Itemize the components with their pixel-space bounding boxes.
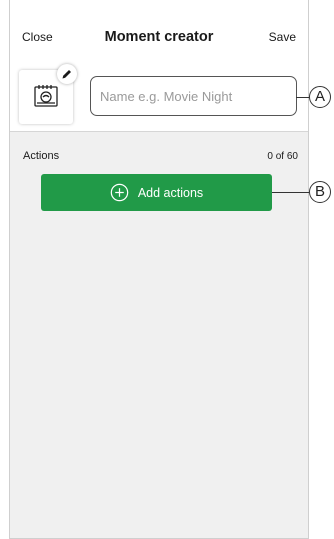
actions-section: Actions 0 of 60 Add actions: [10, 132, 308, 538]
plus-circle-icon: [110, 183, 129, 202]
callout-a: A: [309, 86, 331, 108]
callout-line-b: [272, 192, 309, 193]
page-title: Moment creator: [104, 29, 214, 45]
save-button[interactable]: Save: [269, 30, 296, 44]
add-actions-button[interactable]: Add actions: [41, 174, 272, 211]
callout-line-a: [296, 97, 309, 98]
callout-b: B: [309, 181, 331, 203]
header: Close Moment creator Save: [10, 0, 308, 132]
add-actions-label: Add actions: [137, 185, 204, 200]
actions-count: 0 of 60: [267, 151, 298, 162]
moment-name-input[interactable]: [90, 76, 297, 116]
moment-icon: [34, 85, 58, 107]
edit-icon-button[interactable]: [57, 64, 77, 84]
moment-creator-screen: Close Moment creator Save Actions 0 of 6…: [9, 0, 309, 539]
pencil-icon: [62, 70, 71, 79]
actions-label: Actions: [23, 150, 60, 162]
